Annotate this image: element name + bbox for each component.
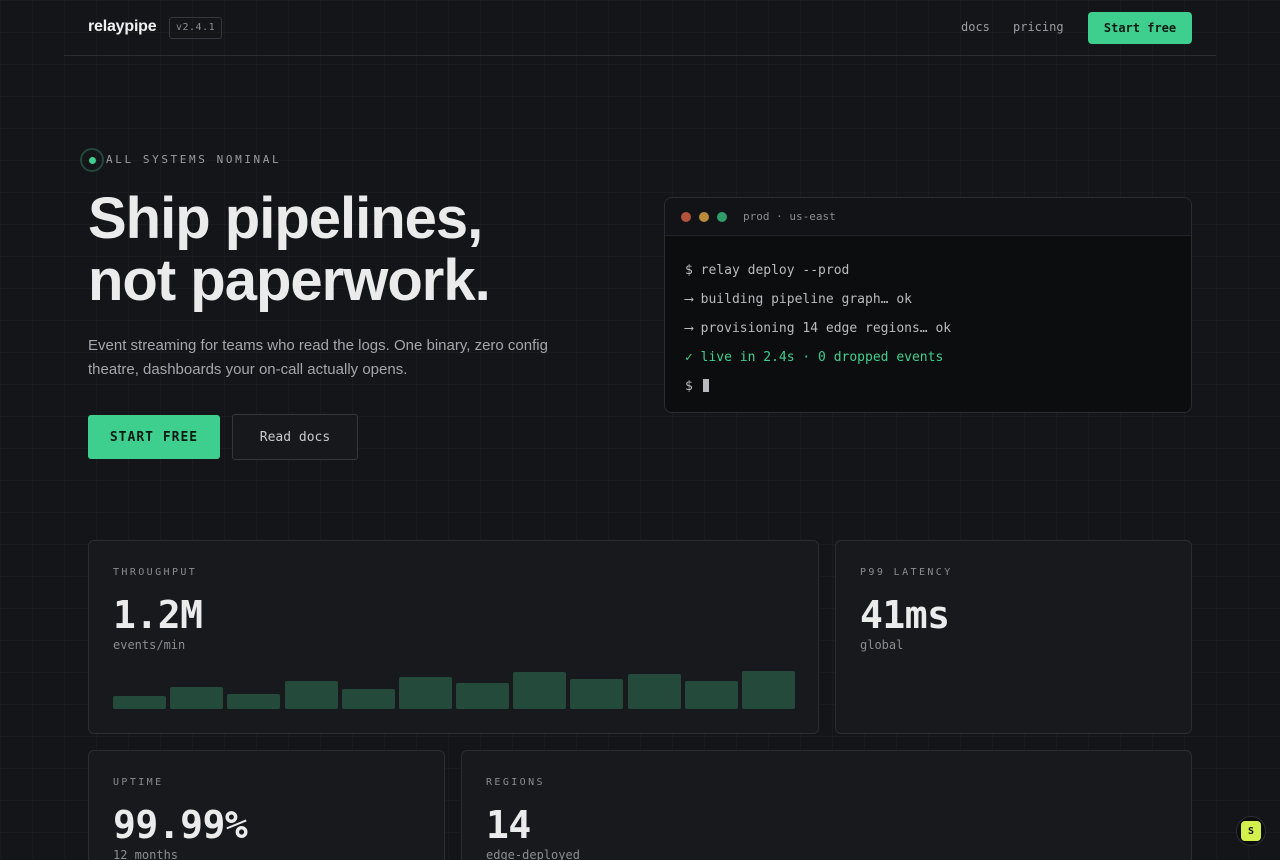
cursor-icon (702, 379, 709, 392)
sparkline-bar (627, 673, 681, 709)
version-badge: v2.4.1 (169, 17, 223, 39)
card-value: 99.99% (113, 803, 248, 847)
status-text: ALL SYSTEMS NOMINAL (106, 153, 282, 166)
throughput-sparkline (113, 669, 795, 709)
uptime-card: UPTIME 99.99% 12 months (88, 750, 445, 860)
card-value: 41ms (860, 593, 950, 637)
nav-link-docs[interactable]: docs (961, 20, 990, 34)
maximize-dot-icon (717, 212, 727, 222)
header-start-free-button[interactable]: Start free (1088, 12, 1192, 44)
status-indicator-icon (80, 148, 104, 172)
terminal-title: prod · us-east (743, 210, 836, 223)
sparkline-bar (341, 689, 395, 709)
support-badge[interactable]: S (1236, 816, 1266, 846)
throughput-card: THROUGHPUT 1.2M events/min (88, 540, 819, 734)
terminal-line: ⟶ provisioning 14 edge regions… ok (685, 321, 952, 336)
sparkline-bar (398, 677, 452, 709)
sparkline-bar (570, 679, 624, 709)
read-docs-button[interactable]: Read docs (232, 414, 358, 460)
terminal-prompt: $ (685, 372, 1171, 401)
card-label: THROUGHPUT (113, 567, 198, 578)
support-badge-icon: S (1241, 821, 1261, 841)
card-unit: events/min (113, 638, 186, 652)
sparkline-bar (684, 681, 738, 709)
card-label: UPTIME (113, 777, 164, 788)
terminal-window: prod · us-east $ relay deploy --prod ⟶ b… (664, 197, 1192, 413)
terminal-line: ⟶ building pipeline graph… ok (685, 292, 912, 307)
terminal-line: $ relay deploy --prod (685, 263, 850, 278)
hero-subtitle: Event streaming for teams who read the l… (88, 337, 548, 378)
terminal-line-success: ✓ live in 2.4s · 0 dropped events (685, 350, 944, 365)
card-unit: edge-deployed (486, 848, 580, 860)
sparkline-bar (227, 693, 281, 709)
sparkline-bar (284, 681, 338, 709)
top-nav: relaypipe v2.4.1 docs pricing Start free (64, 0, 1216, 56)
card-value: 1.2M (113, 593, 203, 637)
terminal-titlebar: prod · us-east (665, 198, 1191, 236)
terminal-body: $ relay deploy --prod ⟶ building pipelin… (665, 236, 1191, 401)
card-label: P99 LATENCY (860, 567, 953, 578)
card-unit: 12 months (113, 848, 179, 860)
sparkline-bar (113, 695, 167, 709)
sparkline-bar (170, 687, 224, 709)
card-value: 14 (486, 803, 531, 847)
sparkline-bar (513, 672, 567, 709)
latency-card: P99 LATENCY 41ms global (835, 540, 1192, 734)
hero-title-line-2: not paperwork. (88, 248, 491, 313)
hero-title: Ship pipelines, not paperwork. (88, 188, 648, 312)
sparkline-bar (456, 683, 510, 709)
minimize-dot-icon (699, 212, 709, 222)
close-dot-icon (681, 212, 691, 222)
sparkline-bar (741, 671, 795, 709)
nav-link-pricing[interactable]: pricing (1013, 20, 1064, 34)
hero-title-line-1: Ship pipelines, (88, 186, 483, 251)
card-unit: global (860, 638, 904, 652)
card-label: REGIONS (486, 777, 545, 788)
regions-card: REGIONS 14 edge-deployed (461, 750, 1192, 860)
prompt-symbol: $ (685, 379, 693, 394)
start-free-button[interactable]: START FREE (88, 415, 220, 459)
logo[interactable]: relaypipe (88, 18, 157, 36)
